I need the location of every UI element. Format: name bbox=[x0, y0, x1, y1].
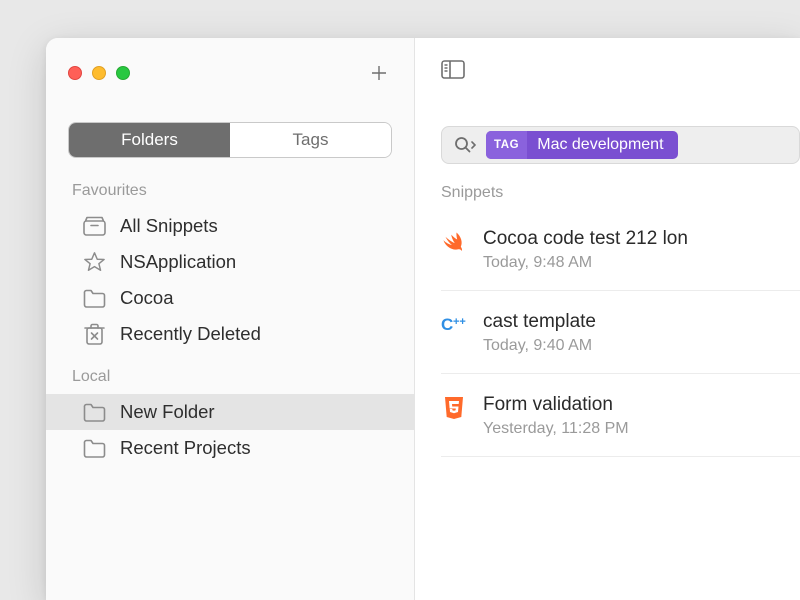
sidebar-item-recent-projects[interactable]: Recent Projects bbox=[46, 430, 414, 466]
sidebar-item-label: Recent Projects bbox=[120, 437, 251, 459]
sidebar-toggle-icon bbox=[441, 60, 465, 79]
snippet-title: Form validation bbox=[483, 394, 629, 416]
folder-icon bbox=[82, 287, 106, 309]
content-toolbar bbox=[441, 60, 800, 108]
html5-icon bbox=[441, 394, 467, 438]
sidebar: Folders Tags Favourites All Snippets NSA… bbox=[46, 38, 415, 600]
fullscreen-window-button[interactable] bbox=[116, 66, 130, 80]
plus-icon bbox=[369, 63, 389, 83]
folder-icon bbox=[82, 437, 106, 459]
segment-tags[interactable]: Tags bbox=[230, 123, 391, 157]
sidebar-item-new-folder[interactable]: New Folder bbox=[46, 394, 414, 430]
sidebar-item-label: All Snippets bbox=[120, 215, 218, 237]
cpp-icon: C++ bbox=[441, 311, 467, 355]
close-window-button[interactable] bbox=[68, 66, 82, 80]
sidebar-item-label: Cocoa bbox=[120, 287, 173, 309]
sidebar-item-recently-deleted[interactable]: Recently Deleted bbox=[46, 316, 414, 352]
sidebar-item-label: New Folder bbox=[120, 401, 215, 423]
tag-badge-label: TAG bbox=[486, 131, 527, 159]
snippet-row[interactable]: C++ cast template Today, 9:40 AM bbox=[441, 291, 800, 374]
toggle-sidebar-button[interactable] bbox=[441, 60, 465, 84]
content-pane: TAG Mac development Snippets Cocoa code … bbox=[415, 38, 800, 600]
search-icon bbox=[454, 136, 476, 154]
snippet-date: Today, 9:40 AM bbox=[483, 337, 596, 355]
snippet-title: Cocoa code test 212 lon bbox=[483, 228, 688, 250]
tag-chip-text: Mac development bbox=[527, 136, 677, 154]
snippet-row[interactable]: Cocoa code test 212 lon Today, 9:48 AM bbox=[441, 208, 800, 291]
segment-folders[interactable]: Folders bbox=[69, 123, 230, 157]
section-label-local: Local bbox=[46, 352, 414, 394]
archive-box-icon bbox=[82, 215, 106, 237]
section-label-favourites: Favourites bbox=[46, 176, 414, 208]
trash-icon bbox=[82, 323, 106, 345]
sidebar-item-all-snippets[interactable]: All Snippets bbox=[46, 208, 414, 244]
app-window: Folders Tags Favourites All Snippets NSA… bbox=[46, 38, 800, 600]
snippet-row[interactable]: Form validation Yesterday, 11:28 PM bbox=[441, 374, 800, 457]
sidebar-item-cocoa[interactable]: Cocoa bbox=[46, 280, 414, 316]
titlebar bbox=[46, 38, 414, 102]
add-button[interactable] bbox=[366, 60, 392, 86]
snippet-date: Today, 9:48 AM bbox=[483, 254, 688, 272]
sidebar-item-label: Recently Deleted bbox=[120, 323, 261, 345]
window-controls bbox=[68, 66, 130, 80]
snippets-heading: Snippets bbox=[441, 164, 800, 208]
star-icon bbox=[82, 251, 106, 273]
folder-icon bbox=[82, 401, 106, 423]
search-tag-chip[interactable]: TAG Mac development bbox=[486, 131, 678, 159]
svg-text:C: C bbox=[441, 315, 453, 334]
sidebar-item-label: NSApplication bbox=[120, 251, 236, 273]
swift-icon bbox=[441, 228, 467, 272]
snippet-title: cast template bbox=[483, 311, 596, 333]
search-field[interactable]: TAG Mac development bbox=[441, 126, 800, 164]
sidebar-item-nsapplication[interactable]: NSApplication bbox=[46, 244, 414, 280]
sidebar-segmented-control: Folders Tags bbox=[68, 122, 392, 158]
svg-text:++: ++ bbox=[453, 316, 466, 328]
minimize-window-button[interactable] bbox=[92, 66, 106, 80]
snippet-date: Yesterday, 11:28 PM bbox=[483, 420, 629, 438]
